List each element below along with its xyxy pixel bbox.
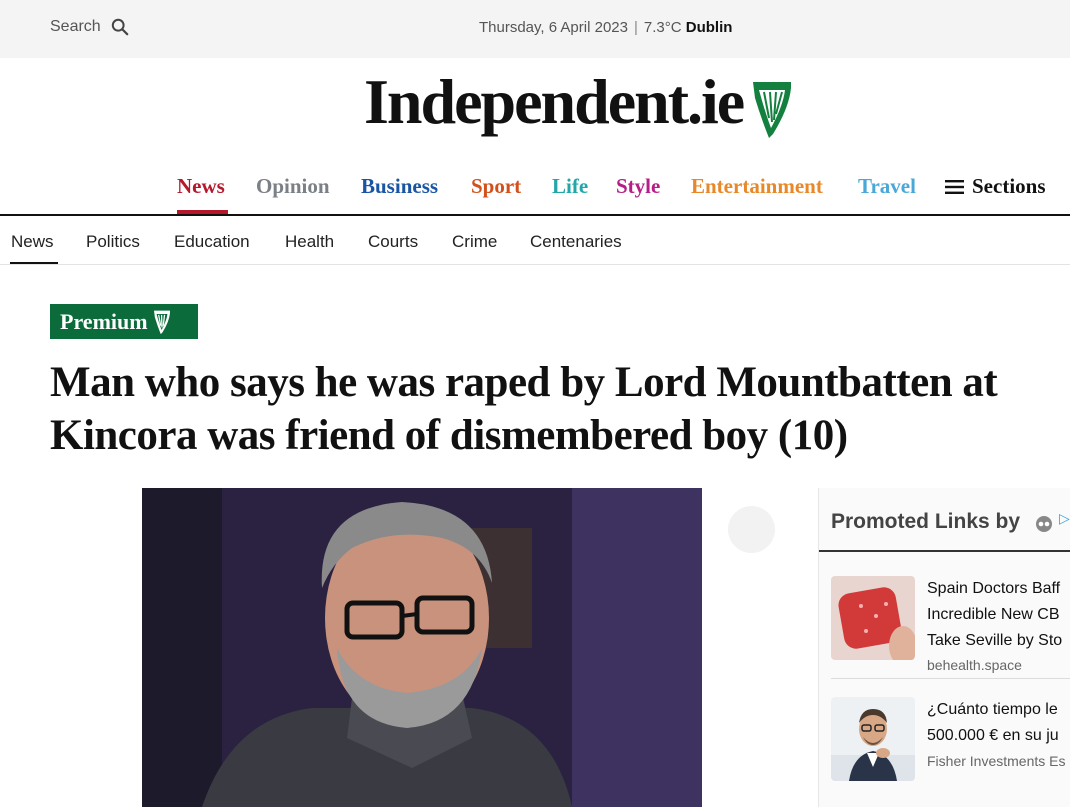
gummy-candy-image <box>831 576 915 660</box>
harp-icon <box>153 310 170 334</box>
logo-text: Independent.ie <box>364 66 745 137</box>
promoted-link-title: Spain Doctors Baff <box>927 580 1061 597</box>
nav-travel[interactable]: Travel <box>858 174 916 199</box>
promoted-link-title: 500.000 € en su ju <box>927 727 1059 744</box>
businessman-photo <box>831 697 915 781</box>
search-label: Search <box>50 18 101 35</box>
subnav-crime[interactable]: Crime <box>452 232 497 252</box>
promoted-link-title: Incredible New CB <box>927 606 1060 623</box>
subnav-politics[interactable]: Politics <box>86 232 140 252</box>
subnav-centenaries[interactable]: Centenaries <box>530 232 622 252</box>
top-utility-bar: Search Thursday, 6 April 2023 | 7.3°C Dubl… <box>0 0 1070 58</box>
current-date: Thursday, 6 April 2023 <box>479 19 628 36</box>
weather-city: Dublin <box>685 19 733 36</box>
article-headline: Man who says he was raped by Lord Mountb… <box>50 359 998 459</box>
premium-label: Premium <box>60 308 148 334</box>
search-icon <box>111 18 128 36</box>
subnav-health[interactable]: Health <box>285 232 334 252</box>
nav-entertainment[interactable]: Entertainment <box>691 174 823 199</box>
date-weather: Thursday, 6 April 2023 | 7.3°C Dublin <box>479 19 732 36</box>
nav-sport[interactable]: Sport <box>471 174 521 199</box>
nav-life[interactable]: Life <box>552 174 588 199</box>
nav-style[interactable]: Style <box>616 174 660 199</box>
active-subnav-indicator <box>10 262 58 264</box>
harp-icon <box>753 82 792 138</box>
nav-business[interactable]: Business <box>361 174 438 199</box>
nav-news[interactable]: News <box>177 174 225 199</box>
temperature: 7.3°C <box>643 19 682 36</box>
separator: | <box>633 19 638 36</box>
subnav-education[interactable]: Education <box>174 232 250 252</box>
outbrain-logo-icon[interactable] <box>1035 515 1053 533</box>
search-button[interactable]: Search <box>50 18 129 36</box>
site-logo[interactable]: Independent.ie <box>364 70 795 140</box>
main-navigation: News Opinion Business Sport Life Style E… <box>0 160 1070 216</box>
promoted-links-widget: Promoted Links by ▷ Spain Doctors Baff I… <box>818 488 1070 807</box>
adchoices-icon[interactable]: ▷ <box>1059 510 1070 527</box>
promoted-link-title: ¿Cuánto tiempo le <box>927 701 1058 718</box>
subnav-news[interactable]: News <box>11 232 54 252</box>
share-button[interactable] <box>728 506 775 553</box>
promoted-link-title: Take Seville by Sto <box>927 632 1063 649</box>
nav-sections[interactable]: Sections <box>972 174 1046 199</box>
promoted-link-source: behealth.space <box>927 657 1022 673</box>
subnav-courts[interactable]: Courts <box>368 232 418 252</box>
article-hero-image[interactable] <box>142 488 702 807</box>
menu-icon[interactable] <box>945 180 964 194</box>
promoted-link-source: Fisher Investments Es <box>927 753 1066 769</box>
portrait-photo <box>142 488 702 807</box>
promoted-links-rule <box>819 550 1070 552</box>
sub-navigation: News Politics Education Health Courts Cr… <box>0 216 1070 265</box>
premium-badge: Premium <box>50 304 198 339</box>
promoted-divider <box>831 678 1070 679</box>
promoted-links-title: Promoted Links by <box>831 510 1021 533</box>
nav-opinion[interactable]: Opinion <box>256 174 330 199</box>
